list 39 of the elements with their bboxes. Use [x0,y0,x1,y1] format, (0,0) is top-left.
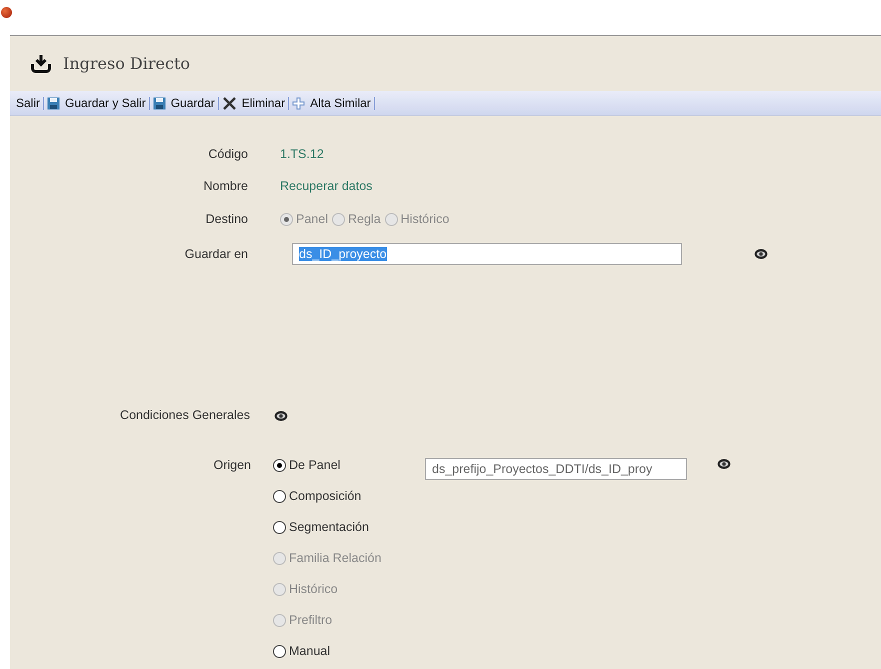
radio-option[interactable]: Composición [273,489,362,503]
field-value: Recuperar datos [280,179,372,193]
section-label: Condiciones Generales [119,408,250,422]
toolbar-button[interactable]: Salir [13,96,44,110]
radio-label: Regla [348,212,381,226]
toolbar-button[interactable]: Eliminar [218,96,288,110]
download-icon [31,54,51,72]
status-dot [1,7,12,18]
x-icon [222,96,237,110]
field-label: Origen [212,458,251,472]
field-label: Nombre [202,179,248,193]
radio-button[interactable] [273,644,286,658]
field-value: 1.TS.12 [280,147,324,161]
radio-button[interactable] [273,490,286,502]
radio-label: Manual [289,644,330,658]
toolbar-button[interactable]: Guardar y Salir [44,96,149,110]
radio-label: De Panel [289,458,340,472]
eye-icon[interactable] [754,248,768,260]
toolbar-button[interactable]: Alta Similar [289,96,374,110]
field-label: Guardar en [184,247,248,261]
window-title: Ingreso Directo [63,54,190,73]
eye-icon[interactable] [717,458,731,470]
plus-icon [292,96,306,110]
radio-option[interactable]: Manual [273,644,330,658]
radio-label: Prefiltro [289,613,332,627]
input-field[interactable]: ds_prefijo_Proyectos_DDTI/ds_ID_proy [425,458,687,480]
field-label: Código [207,147,248,161]
radio-label: Composición [289,489,362,503]
radio-label: Histórico [400,212,450,226]
radio-label: Segmentación [289,520,369,534]
field-label: Destino [204,212,248,226]
radio-label: Panel [296,212,328,226]
radio-option[interactable]: De Panel [273,458,340,472]
radio-button[interactable] [273,520,286,534]
radio-label: Histórico [289,582,338,596]
radio-option[interactable]: Segmentación [273,520,369,534]
toolbar-button[interactable]: Guardar [150,96,218,110]
eye-icon[interactable] [274,410,288,422]
radio-button[interactable] [273,458,286,472]
